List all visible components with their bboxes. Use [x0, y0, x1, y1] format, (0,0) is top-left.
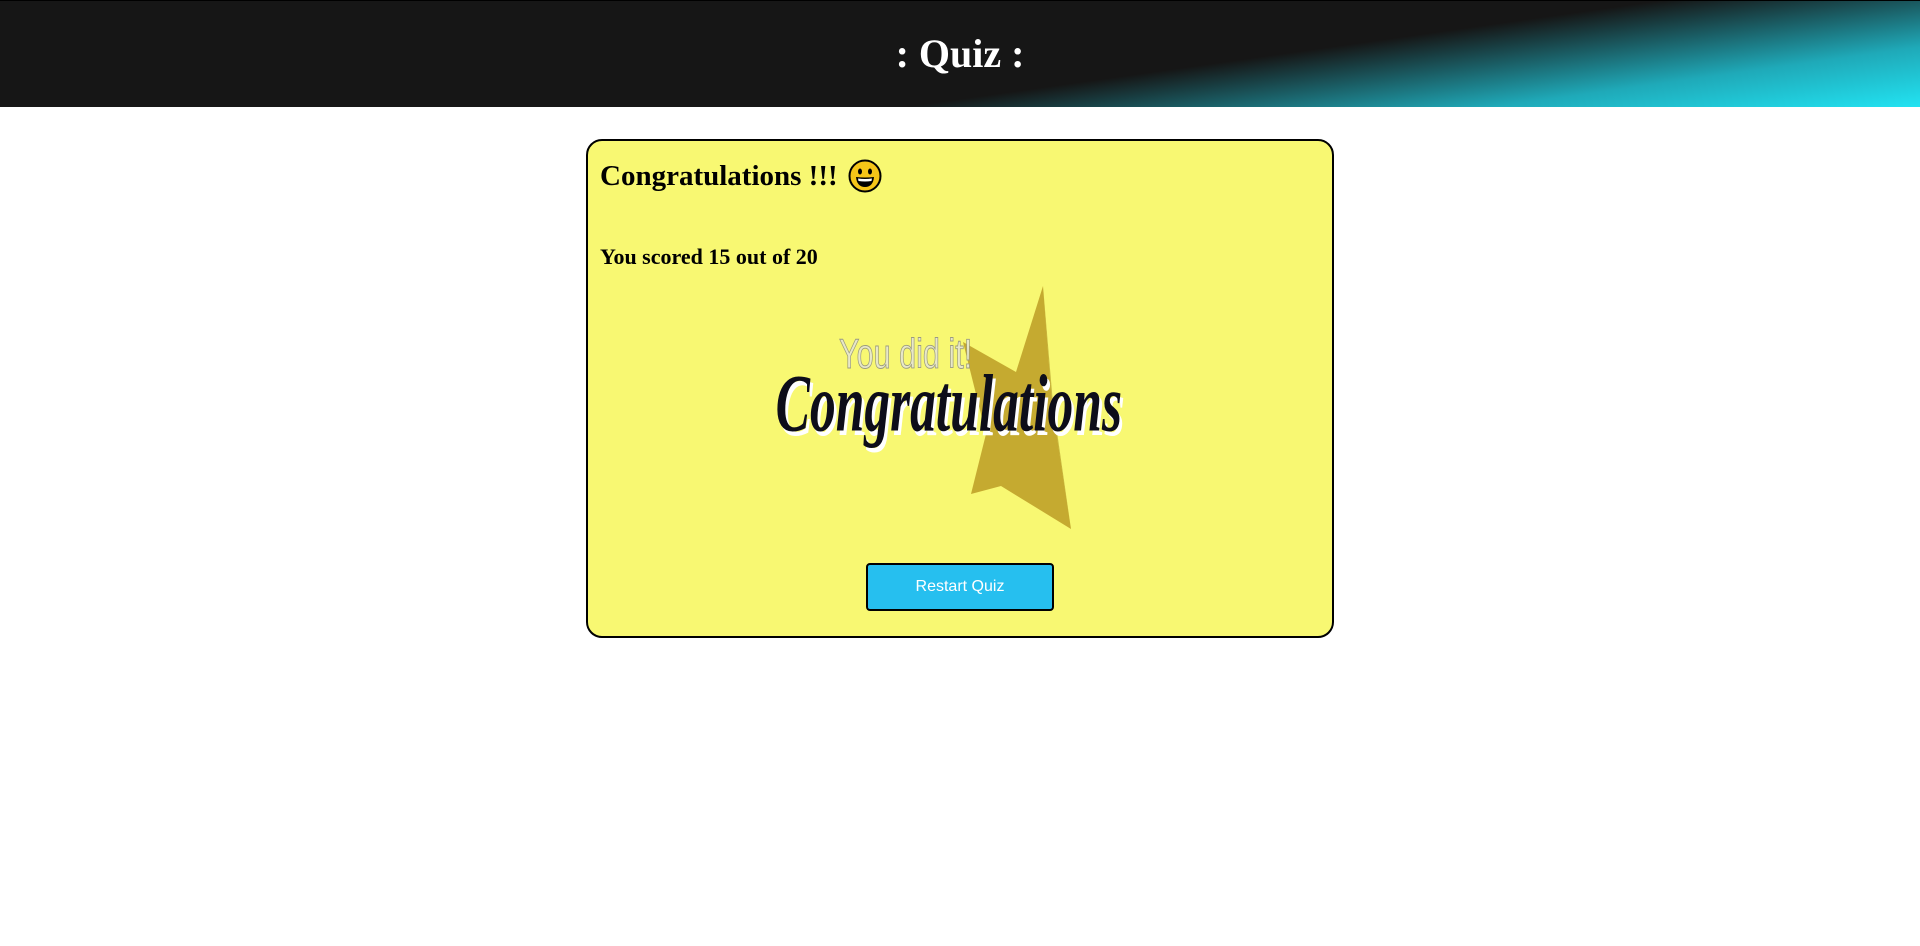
result-card: Congratulations !!! You scored 15 out of…	[586, 139, 1334, 638]
page-title: : Quiz :	[895, 30, 1025, 76]
header-bar: : Quiz :	[0, 0, 1920, 107]
restart-quiz-button[interactable]: Restart Quiz	[866, 563, 1054, 611]
result-heading: Congratulations !!!	[600, 159, 838, 192]
score-text: You scored 15 out of 20	[600, 244, 818, 269]
grinning-face-icon	[848, 159, 882, 193]
congratulations-banner-image: You did it! Congratulations Congratulati…	[771, 284, 1151, 534]
result-heading-row: Congratulations !!!	[600, 159, 882, 193]
banner-main-text: Congratulations	[776, 358, 1122, 449]
